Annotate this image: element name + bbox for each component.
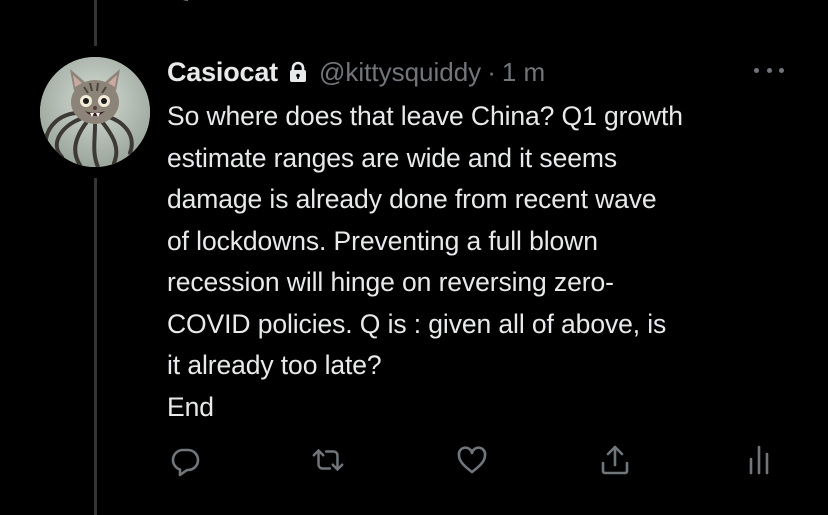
share-button[interactable] [597,442,633,478]
reply-icon [171,448,200,477]
like-button[interactable] [454,442,490,478]
tweet-text: So where does that leave China? Q1 growt… [167,101,683,422]
separator: · [487,56,496,87]
thread-connector-top [94,0,97,46]
share-icon [601,445,629,475]
lock-icon [286,60,310,84]
analytics-button[interactable] [741,442,777,478]
retweet-icon [312,449,344,471]
reply-button[interactable] [167,442,203,478]
tweet-header: Casiocat @kittysquiddy · 1 m [167,52,545,92]
timestamp[interactable]: 1 m [502,57,545,88]
avatar[interactable] [40,57,150,167]
analytics-icon[interactable] [748,0,768,4]
share-icon[interactable] [600,0,630,4]
author-name[interactable]: Casiocat [167,57,278,88]
retweet-button[interactable] [310,442,346,478]
reply-icon[interactable] [176,0,200,4]
heart-icon [457,446,487,474]
retweet-icon[interactable] [316,0,344,4]
previous-tweet-actions [0,0,828,4]
author-handle[interactable]: @kittysquiddy [319,57,481,88]
analytics-icon [749,445,769,475]
avatar-image [40,57,150,167]
thread-connector-bottom [94,178,97,515]
more-dots-icon[interactable] [754,60,784,80]
